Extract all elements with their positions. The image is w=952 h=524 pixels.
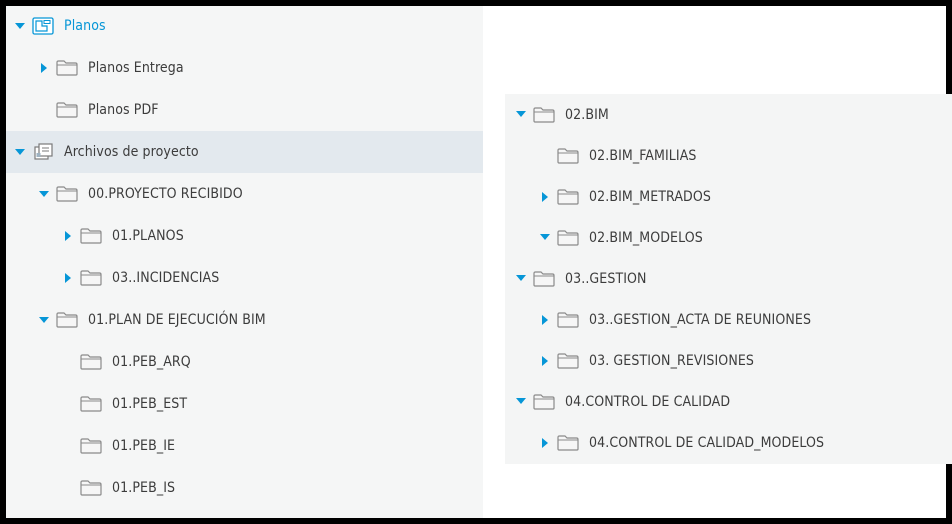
tree-item[interactable]: 03..GESTION — [505, 258, 952, 299]
folder-icon — [80, 396, 102, 412]
folder-icon — [80, 270, 102, 286]
tree-item-label: 01.PEB_IE — [112, 438, 176, 454]
caret-right-icon[interactable] — [537, 355, 553, 366]
tree-item[interactable]: 03..INCIDENCIAS — [6, 257, 483, 299]
tree-item-label: Planos PDF — [88, 102, 159, 118]
folder-icon — [557, 352, 579, 369]
folder-icon — [80, 438, 102, 454]
caret-right-icon[interactable] — [60, 231, 76, 241]
folder-icon — [533, 106, 555, 123]
project-files-icon — [32, 143, 54, 160]
tree-item-label: 04.CONTROL DE CALIDAD — [565, 393, 731, 410]
tree-item[interactable]: 04.CONTROL DE CALIDAD_MODELOS — [505, 422, 952, 463]
tree-item[interactable]: 02.BIM_MODELOS — [505, 217, 952, 258]
caret-down-icon[interactable] — [513, 111, 529, 118]
tree-item-label: 04.CONTROL DE CALIDAD_MODELOS — [589, 434, 825, 451]
tree-item[interactable]: 01.PEB_ARQ — [6, 341, 483, 383]
tree-item-label: 01.PLANOS — [112, 228, 184, 244]
tree-item[interactable]: Archivos de proyecto — [6, 131, 483, 173]
tree-item[interactable]: 02.BIM_FAMILIAS — [505, 135, 952, 176]
tree-item-label: Planos — [64, 18, 106, 34]
tree-item-label: 02.BIM_FAMILIAS — [589, 147, 697, 164]
tree-item-label: 01.PEB_ARQ — [112, 354, 191, 370]
tree-item-label: 02.BIM_MODELOS — [589, 229, 703, 246]
plan-folder-icon — [32, 17, 54, 35]
tree-item[interactable]: 01.PLANOS — [6, 215, 483, 257]
folder-icon — [533, 393, 555, 410]
tree-item[interactable]: 02.BIM — [505, 94, 952, 135]
tree-item-label: 03..INCIDENCIAS — [112, 270, 220, 286]
folder-icon — [533, 270, 555, 287]
tree-item[interactable]: 01.PLAN DE EJECUCIÓN BIM — [6, 299, 483, 341]
tree-item-label: 01.PEB_EST — [112, 396, 188, 412]
caret-right-icon[interactable] — [36, 63, 52, 73]
tree-item[interactable]: 01.PEB_EST — [6, 383, 483, 425]
left-folder-tree: Planos Planos Entrega Planos PDF Archivos d… — [6, 6, 483, 518]
caret-down-icon[interactable] — [513, 398, 529, 405]
caret-right-icon[interactable] — [60, 273, 76, 283]
tree-item[interactable]: 01.PEB_IS — [6, 467, 483, 509]
folder-icon — [557, 434, 579, 451]
tree-item-label: Archivos de proyecto — [64, 144, 199, 160]
folder-icon — [56, 312, 78, 328]
caret-down-icon[interactable] — [12, 148, 28, 156]
caret-right-icon[interactable] — [537, 437, 553, 448]
caret-down-icon[interactable] — [36, 190, 52, 198]
tree-item[interactable]: 02.BIM_METRADOS — [505, 176, 952, 217]
folder-icon — [557, 147, 579, 164]
tree-item-label: 03..GESTION_ACTA DE REUNIONES — [589, 311, 812, 328]
caret-down-icon[interactable] — [12, 22, 28, 30]
tree-item-label: 02.BIM — [565, 106, 609, 123]
tree-item-label: 03..GESTION — [565, 270, 647, 287]
tree-item[interactable]: 03..GESTION_ACTA DE REUNIONES — [505, 299, 952, 340]
tree-item[interactable]: 00.PROYECTO RECIBIDO — [6, 173, 483, 215]
folder-icon — [80, 228, 102, 244]
tree-item[interactable]: 01.PEB_IE — [6, 425, 483, 467]
tree-item[interactable]: Planos PDF — [6, 89, 483, 131]
folder-icon — [80, 480, 102, 496]
caret-right-icon[interactable] — [537, 191, 553, 202]
folder-icon — [56, 60, 78, 76]
tree-item-label: Planos Entrega — [88, 60, 184, 76]
tree-item[interactable]: Planos — [6, 6, 483, 47]
tree-item[interactable]: 03. GESTION_REVISIONES — [505, 340, 952, 381]
caret-down-icon[interactable] — [36, 316, 52, 324]
folder-icon — [557, 311, 579, 328]
tree-item-label: 02.BIM_METRADOS — [589, 188, 711, 205]
caret-down-icon[interactable] — [513, 275, 529, 282]
tree-item-label: 03. GESTION_REVISIONES — [589, 352, 754, 369]
folder-icon — [557, 188, 579, 205]
tree-item[interactable]: 04.CONTROL DE CALIDAD — [505, 381, 952, 422]
tree-item-label: 00.PROYECTO RECIBIDO — [88, 186, 243, 202]
folder-icon — [557, 229, 579, 246]
tree-item[interactable]: Planos Entrega — [6, 47, 483, 89]
caret-down-icon[interactable] — [537, 234, 553, 241]
folder-icon — [80, 354, 102, 370]
folder-icon — [56, 102, 78, 118]
tree-item-label: 01.PLAN DE EJECUCIÓN BIM — [88, 312, 266, 328]
right-folder-tree: 02.BIM 02.BIM_FAMILIAS 02.BIM_METRADOS 02.B… — [505, 94, 952, 464]
tree-item-label: 01.PEB_IS — [112, 480, 176, 496]
folder-icon — [56, 186, 78, 202]
caret-right-icon[interactable] — [537, 314, 553, 325]
